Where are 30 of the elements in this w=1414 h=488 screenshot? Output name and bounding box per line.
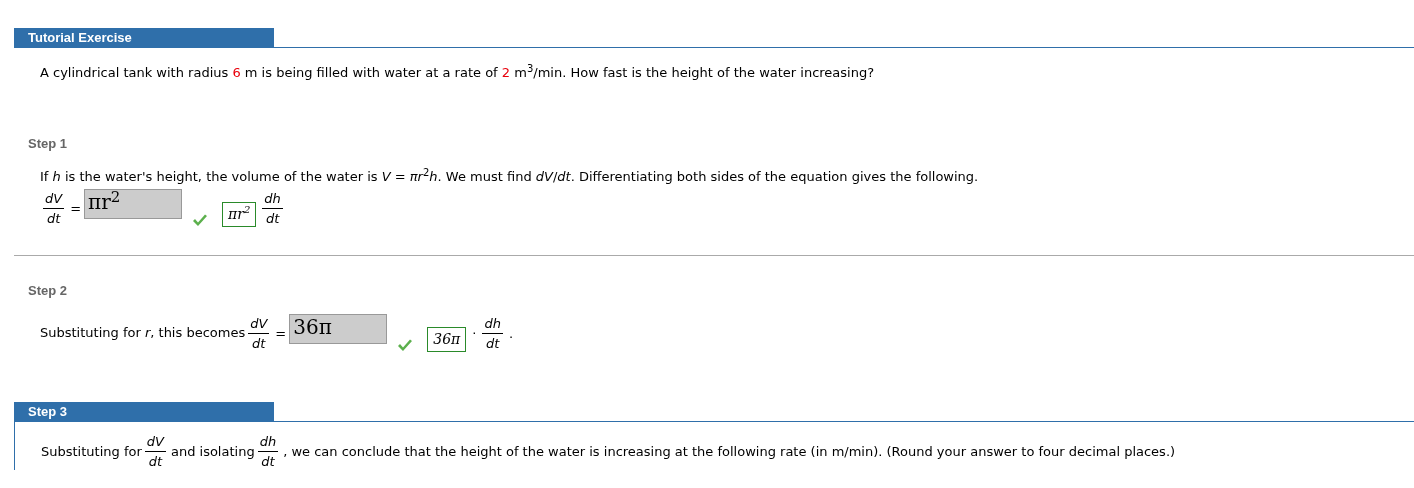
- fraction-numerator: dh: [257, 434, 279, 452]
- fraction-denominator: dt: [264, 209, 281, 226]
- fraction-denominator: dt: [45, 209, 62, 226]
- math-symbol: =: [70, 200, 82, 216]
- problem-statement: A cylindrical tank with radius 6 m is being filled with water at a rate of 2 m$^{3}$/min. How fast is the height of the water increasing?: [40, 64, 876, 82]
- answer-field[interactable]: πr$^{2}$: [84, 189, 183, 219]
- section-title: Step 3: [14, 402, 274, 421]
- step-label: Step 2: [28, 283, 68, 298]
- fraction-denominator: dt: [260, 453, 276, 469]
- fraction-numerator: dV: [43, 190, 65, 209]
- fraction-denominator: dt: [251, 334, 267, 351]
- fraction-numerator: dh: [262, 190, 283, 209]
- math-symbol: =: [275, 325, 287, 341]
- fraction-denominator: dt: [147, 453, 164, 469]
- math-symbol: ·: [472, 325, 477, 341]
- section-title: Tutorial Exercise: [14, 28, 274, 47]
- fraction-denominator: dt: [484, 334, 501, 351]
- correct-answer: πr$^{2}$: [222, 202, 257, 227]
- math-symbol: .: [508, 325, 514, 341]
- answer-field[interactable]: 36π: [289, 314, 388, 344]
- correct-answer: 36π: [427, 327, 467, 352]
- fraction-numerator: dh: [482, 315, 503, 334]
- fraction-numerator: dV: [144, 434, 166, 452]
- step-text: Substituting for r, this becomes: [40, 324, 246, 342]
- fraction-numerator: dV: [248, 315, 270, 334]
- step-text: Substituting for: [41, 442, 142, 461]
- step-sentence: If h is the water's height, the volume of the water is V = πr$^{2}$h. We must find dV/dt. Differentiating both sides of the equation gives the following.: [40, 168, 979, 186]
- step-label: Step 1: [28, 136, 68, 151]
- step-text: , we can conclude that the height of the water is increasing at the following rate (in m/min). (Round your answer to four decimal places.): [283, 442, 1176, 461]
- step-text: and isolating: [170, 442, 255, 461]
